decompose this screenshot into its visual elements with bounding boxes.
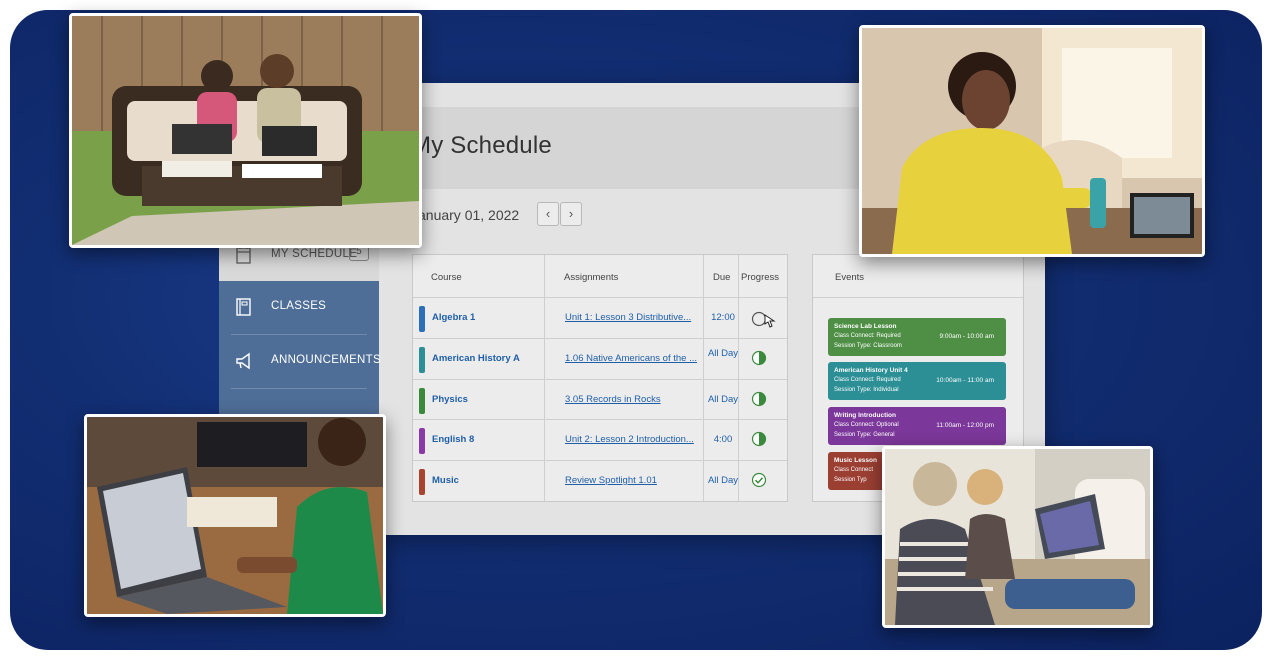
event-card[interactable]: Science Lab Lesson Class Connect: Requir… xyxy=(828,318,1006,356)
sidebar-divider xyxy=(231,388,367,389)
assignment-link[interactable]: Unit 2: Lesson 2 Introduction... xyxy=(565,434,694,445)
course-link[interactable]: Algebra 1 xyxy=(432,312,475,323)
course-color-bar xyxy=(419,306,425,332)
photo-parent-child-laptop xyxy=(882,446,1153,628)
event-title: Writing Introduction xyxy=(834,412,896,419)
due-time: 12:00 xyxy=(711,312,735,323)
assignment-link[interactable]: 1.06 Native Americans of the ... xyxy=(565,353,697,364)
event-class-connect: Class Connect: Required xyxy=(834,377,901,383)
course-color-bar xyxy=(419,347,425,373)
calendar-icon xyxy=(235,245,253,265)
event-session-type: Session Type: Individual xyxy=(834,387,899,393)
due-time: All Day xyxy=(707,475,739,486)
sidebar-nav: MY SCHEDULE 5 CLASSES ANNOUNCEMENTS xyxy=(219,223,381,418)
course-color-bar xyxy=(419,428,425,454)
page-title: My Schedule xyxy=(411,132,552,159)
event-time: 11:00am - 12:00 pm xyxy=(936,422,994,429)
course-link[interactable]: English 8 xyxy=(432,434,474,445)
sidebar-item-classes[interactable]: CLASSES xyxy=(219,281,379,333)
events-header: Events xyxy=(835,272,865,283)
event-session-type: Session Type: Classroom xyxy=(834,343,902,349)
course-link[interactable]: Physics xyxy=(432,394,468,405)
event-card[interactable]: Writing Introduction Class Connect: Opti… xyxy=(828,407,1006,445)
photo-student-video-call xyxy=(859,25,1205,257)
progress-not-started-icon xyxy=(751,309,776,328)
progress-complete-icon xyxy=(751,472,767,488)
prev-day-button[interactable]: ‹ xyxy=(537,202,559,226)
event-class-connect: Class Connect xyxy=(834,467,874,473)
next-day-button[interactable]: › xyxy=(560,202,582,226)
chevron-left-icon: ‹ xyxy=(545,206,551,221)
table-row: American History A 1.06 Native Americans… xyxy=(413,339,787,379)
event-title: American History Unit 4 xyxy=(834,367,908,374)
sidebar-item-announcements[interactable]: ANNOUNCEMENTS xyxy=(219,335,381,387)
schedule-table: Course Assignments Due Progress Algebra … xyxy=(412,254,788,502)
due-time: All Day xyxy=(707,394,739,405)
event-time: 9:00am - 10:00 am xyxy=(939,333,994,340)
megaphone-icon xyxy=(235,351,253,371)
event-card[interactable]: American History Unit 4 Class Connect: R… xyxy=(828,362,1006,400)
course-color-bar xyxy=(419,469,425,495)
event-session-type: Session Type: General xyxy=(834,432,895,438)
progress-half-icon xyxy=(751,431,767,447)
assignment-link[interactable]: Review Spotlight 1.01 xyxy=(565,475,657,486)
course-color-bar xyxy=(419,388,425,414)
table-row: Physics 3.05 Records in Rocks All Day xyxy=(413,380,787,420)
column-header-due: Due xyxy=(713,272,731,283)
photo-student-laptop xyxy=(84,414,386,617)
schedule-date: January 01, 2022 xyxy=(411,207,520,223)
column-header-progress: Progress xyxy=(741,272,780,283)
progress-half-icon xyxy=(751,350,767,366)
course-link[interactable]: American History A xyxy=(432,353,520,364)
due-time: 4:00 xyxy=(713,434,733,445)
photo-students-patio xyxy=(69,13,422,248)
column-header-assignments: Assignments xyxy=(564,272,619,283)
course-link[interactable]: Music xyxy=(432,475,459,486)
due-time: All Day xyxy=(707,348,739,359)
sidebar-item-label: MY SCHEDULE xyxy=(271,248,358,260)
sidebar-item-label: CLASSES xyxy=(271,300,327,312)
event-title: Science Lab Lesson xyxy=(834,323,897,330)
book-icon xyxy=(235,297,253,317)
sidebar-item-label: ANNOUNCEMENTS xyxy=(271,354,381,366)
chevron-right-icon: › xyxy=(568,206,574,221)
event-title: Music Lesson xyxy=(834,457,877,464)
progress-half-icon xyxy=(751,391,767,407)
table-row: English 8 Unit 2: Lesson 2 Introduction.… xyxy=(413,420,787,460)
table-row: Music Review Spotlight 1.01 All Day xyxy=(413,461,787,501)
event-session-type: Session Typ xyxy=(834,477,867,483)
event-class-connect: Class Connect: Optional xyxy=(834,422,899,428)
event-time: 10:00am - 11:00 am xyxy=(936,377,994,384)
event-class-connect: Class Connect: Required xyxy=(834,333,901,339)
events-divider xyxy=(813,297,1023,298)
column-header-course: Course xyxy=(431,272,462,283)
assignment-link[interactable]: Unit 1: Lesson 3 Distributive... xyxy=(565,312,691,323)
table-row: Algebra 1 Unit 1: Lesson 3 Distributive.… xyxy=(413,298,787,338)
assignment-link[interactable]: 3.05 Records in Rocks xyxy=(565,394,661,405)
